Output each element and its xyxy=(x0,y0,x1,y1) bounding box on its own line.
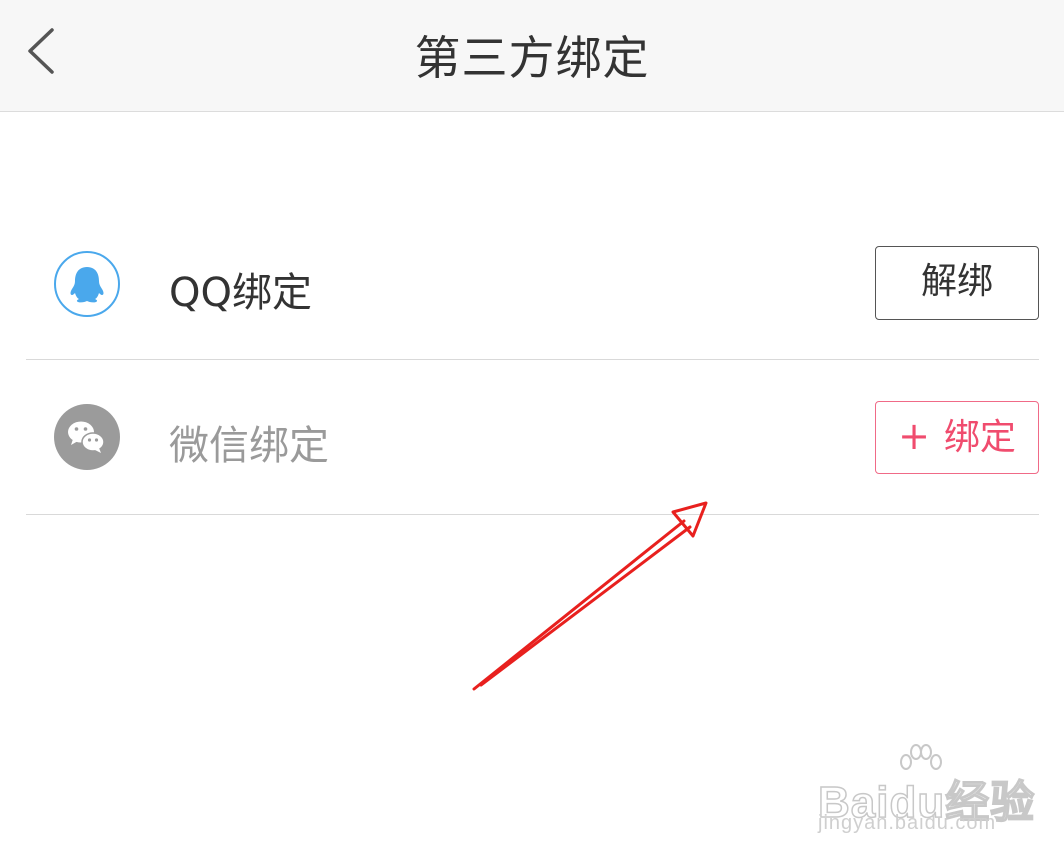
page-title: 第三方绑定 xyxy=(414,31,650,85)
unbind-qq-button[interactable]: 解绑 xyxy=(875,246,1039,320)
binding-row-qq: QQ绑定 解绑 xyxy=(26,206,1039,360)
qq-binding-label: QQ绑定 xyxy=(169,270,312,316)
watermark-url: jingyan.baidu.com xyxy=(818,812,997,834)
bind-wechat-button[interactable]: + 绑定 xyxy=(875,401,1039,474)
bind-wechat-label: 绑定 xyxy=(943,417,1016,458)
navigation-bar: 第三方绑定 xyxy=(0,0,1064,112)
wechat-binding-label: 微信绑定 xyxy=(169,423,329,469)
baidu-jingyan-watermark: Baidu经验 jingyan.baidu.com xyxy=(812,740,1052,840)
annotation-arrow xyxy=(472,501,708,691)
wechat-icon xyxy=(54,404,120,470)
qq-icon xyxy=(54,251,120,317)
plus-icon: + xyxy=(898,414,930,458)
